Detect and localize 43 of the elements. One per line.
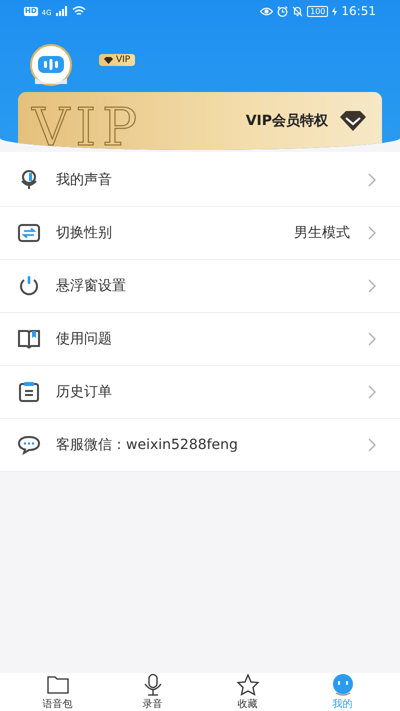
menu-label: 我的声音 bbox=[56, 171, 113, 189]
star-icon bbox=[236, 673, 260, 697]
avatar-robot-icon[interactable] bbox=[27, 44, 75, 86]
menu-label: 使用问题 bbox=[56, 330, 113, 348]
menu-item[interactable]: 使用问题 bbox=[0, 313, 400, 366]
power-icon bbox=[18, 275, 40, 297]
chat-bubble-icon bbox=[18, 434, 40, 456]
menu-label: 客服微信：weixin5288feng bbox=[56, 436, 239, 454]
chevron-right-icon bbox=[368, 226, 376, 240]
diamond-icon bbox=[340, 111, 366, 131]
wifi-icon bbox=[72, 6, 86, 16]
bell-off-icon bbox=[292, 6, 304, 16]
chevron-right-icon bbox=[368, 385, 376, 399]
tab-item[interactable]: 语音包 bbox=[22, 673, 92, 711]
clock-time: 16:51 bbox=[341, 4, 376, 18]
chevron-right-icon bbox=[368, 173, 376, 187]
menu-item[interactable]: 客服微信：weixin5288feng bbox=[0, 419, 400, 472]
charging-icon bbox=[332, 6, 338, 16]
menu-item[interactable]: 悬浮窗设置 bbox=[0, 260, 400, 313]
menu-item[interactable]: 我的声音 bbox=[0, 154, 400, 207]
menu-item[interactable]: 切换性别 男生模式 bbox=[0, 207, 400, 260]
chevron-right-icon bbox=[368, 438, 376, 452]
vip-watermark: VIP bbox=[32, 98, 144, 150]
swap-arrows-icon bbox=[18, 222, 40, 244]
diamond-icon bbox=[104, 56, 113, 64]
menu-label: 历史订单 bbox=[56, 383, 113, 401]
vip-card[interactable]: VIP VIP会员特权 bbox=[18, 92, 382, 150]
battery-level: 100 bbox=[307, 6, 328, 16]
clipboard-icon bbox=[18, 381, 40, 403]
menu-label: 悬浮窗设置 bbox=[56, 277, 127, 295]
signal-icon bbox=[56, 6, 68, 16]
book-icon bbox=[18, 328, 40, 350]
chevron-right-icon bbox=[368, 279, 376, 293]
alarm-icon bbox=[277, 6, 288, 16]
vip-badge-label: VIP bbox=[116, 55, 130, 65]
menu-label: 切换性别 bbox=[56, 224, 113, 242]
tab-item[interactable]: 收藏 bbox=[212, 673, 282, 711]
eye-icon bbox=[260, 6, 274, 16]
menu-value: 男生模式 bbox=[294, 224, 350, 242]
tab-item[interactable]: 录音 bbox=[118, 673, 188, 711]
chevron-right-icon bbox=[368, 332, 376, 346]
menu-item[interactable]: 历史订单 bbox=[0, 366, 400, 419]
vip-card-title: VIP会员特权 bbox=[246, 112, 328, 130]
